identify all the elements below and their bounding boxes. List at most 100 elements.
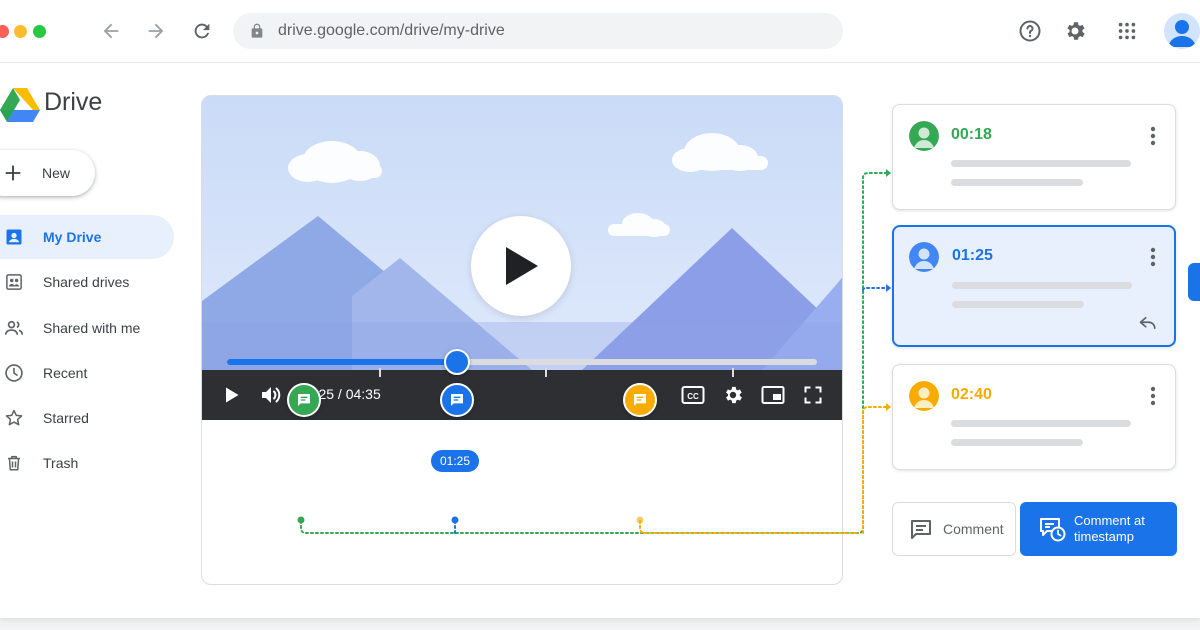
user-icon xyxy=(1168,20,1196,47)
play-button[interactable] xyxy=(218,382,244,408)
progress-track[interactable] xyxy=(227,359,817,365)
comment-marker-green[interactable] xyxy=(286,383,321,417)
user-icon xyxy=(909,121,939,151)
sidebar-item-trash[interactable]: Trash xyxy=(0,441,174,485)
play-overlay-button[interactable] xyxy=(471,216,571,316)
captions-button[interactable]: CC xyxy=(680,382,706,408)
comment-text-placeholder xyxy=(951,179,1083,186)
sidebar-item-my-drive[interactable]: My Drive xyxy=(0,215,174,259)
account-avatar[interactable] xyxy=(1164,13,1200,49)
timeline-tick xyxy=(545,368,547,377)
more-vert-icon xyxy=(1150,386,1156,406)
comment-button-label: Comment xyxy=(943,521,1004,537)
miniplayer-button[interactable] xyxy=(760,382,786,408)
scrubber-handle[interactable] xyxy=(444,349,471,375)
more-vert-icon xyxy=(1150,126,1156,146)
shared-with-me-icon xyxy=(4,318,24,338)
closed-captions-icon: CC xyxy=(681,386,705,404)
reload-icon xyxy=(194,23,210,39)
browser-window: Drive New My Drive Shared drives Shared … xyxy=(0,0,1200,618)
comment-icon xyxy=(634,394,646,406)
side-panel-tab[interactable] xyxy=(1188,263,1200,301)
apps-button[interactable] xyxy=(1112,16,1142,46)
reply-button[interactable] xyxy=(1138,313,1158,333)
new-button[interactable]: New xyxy=(0,150,95,196)
timeline-tick xyxy=(379,368,381,377)
sidebar-item-label: Trash xyxy=(43,455,79,471)
timeline-time-pill: 01:25 xyxy=(431,450,479,472)
back-button[interactable] xyxy=(96,16,126,46)
progress-fill xyxy=(227,359,458,365)
help-icon xyxy=(1019,20,1041,42)
address-bar[interactable] xyxy=(233,13,843,49)
fullscreen-button[interactable] xyxy=(800,382,826,408)
url-input[interactable] xyxy=(276,21,820,41)
trash-icon xyxy=(4,453,24,473)
play-icon xyxy=(506,247,538,285)
comment-marker-blue[interactable] xyxy=(440,383,475,417)
sidebar-item-recent[interactable]: Recent xyxy=(0,351,174,395)
sidebar-item-label: Starred xyxy=(43,410,89,426)
comment-text-placeholder xyxy=(952,282,1132,289)
reply-icon xyxy=(1139,316,1156,330)
avatar xyxy=(909,381,939,411)
sidebar-item-shared-drives[interactable]: Shared drives xyxy=(0,260,174,304)
help-button[interactable] xyxy=(1015,16,1045,46)
comment-timestamp-icon xyxy=(1040,518,1066,542)
svg-text:CC: CC xyxy=(687,392,699,401)
clock-icon xyxy=(4,363,24,383)
volume-button[interactable] xyxy=(258,382,284,408)
comment-button[interactable]: Comment xyxy=(892,502,1016,556)
app-brand: Drive xyxy=(44,88,103,116)
browser-toolbar xyxy=(0,0,1200,63)
comment-timestamp: 02:40 xyxy=(951,386,992,403)
reload-button[interactable] xyxy=(187,16,217,46)
comment-at-timestamp-label: Comment at timestamp xyxy=(1074,513,1145,544)
fullscreen-icon xyxy=(804,386,822,404)
window-close-dot[interactable] xyxy=(0,25,9,38)
volume-icon xyxy=(262,387,281,403)
comment-at-timestamp-button[interactable]: Comment at timestamp xyxy=(1020,502,1177,556)
lock-icon xyxy=(248,22,266,40)
arrow-right-icon xyxy=(148,23,164,39)
sidebar-item-label: Shared drives xyxy=(43,274,130,290)
more-options-button[interactable] xyxy=(1145,246,1161,268)
sidebar-item-label: My Drive xyxy=(43,229,102,245)
comment-icon xyxy=(911,520,931,539)
sidebar-item-label: Recent xyxy=(43,365,88,381)
window-minimize-dot[interactable] xyxy=(14,25,27,38)
window-maximize-dot[interactable] xyxy=(33,25,46,38)
video-settings-button[interactable] xyxy=(720,382,746,408)
comment-icon xyxy=(297,394,310,406)
sidebar-item-starred[interactable]: Starred xyxy=(0,396,174,440)
comment-timestamp: 00:18 xyxy=(951,126,992,143)
comment-card-0240[interactable]: 02:40 xyxy=(892,364,1176,470)
comment-icon xyxy=(451,394,464,406)
my-drive-icon xyxy=(4,227,24,247)
star-icon xyxy=(4,408,24,428)
comment-text-placeholder xyxy=(951,420,1131,427)
comment-timestamp: 01:25 xyxy=(952,247,993,264)
more-options-button[interactable] xyxy=(1145,385,1161,407)
comment-text-placeholder xyxy=(951,439,1083,446)
more-options-button[interactable] xyxy=(1145,125,1161,147)
more-vert-icon xyxy=(1150,247,1156,267)
comment-card-0018[interactable]: 00:18 xyxy=(892,104,1176,210)
forward-button[interactable] xyxy=(141,16,171,46)
gear-icon xyxy=(726,386,742,404)
gear-icon xyxy=(1067,22,1085,40)
avatar xyxy=(909,121,939,151)
settings-button[interactable] xyxy=(1060,16,1090,46)
shared-drives-icon xyxy=(4,272,24,292)
sidebar-item-shared-with-me[interactable]: Shared with me xyxy=(0,306,174,350)
comment-marker-yellow[interactable] xyxy=(623,383,657,417)
new-button-label: New xyxy=(42,165,71,181)
video-player-card: 01:25 / 04:35 CC 01:25 xyxy=(201,95,843,585)
user-icon xyxy=(909,381,939,411)
plus-icon xyxy=(5,165,21,181)
play-icon xyxy=(226,387,239,403)
timeline-tick xyxy=(732,368,734,377)
comment-card-0125[interactable]: 01:25 xyxy=(892,225,1176,347)
picture-in-picture-icon xyxy=(761,386,785,404)
drive-logo-icon xyxy=(0,88,40,122)
